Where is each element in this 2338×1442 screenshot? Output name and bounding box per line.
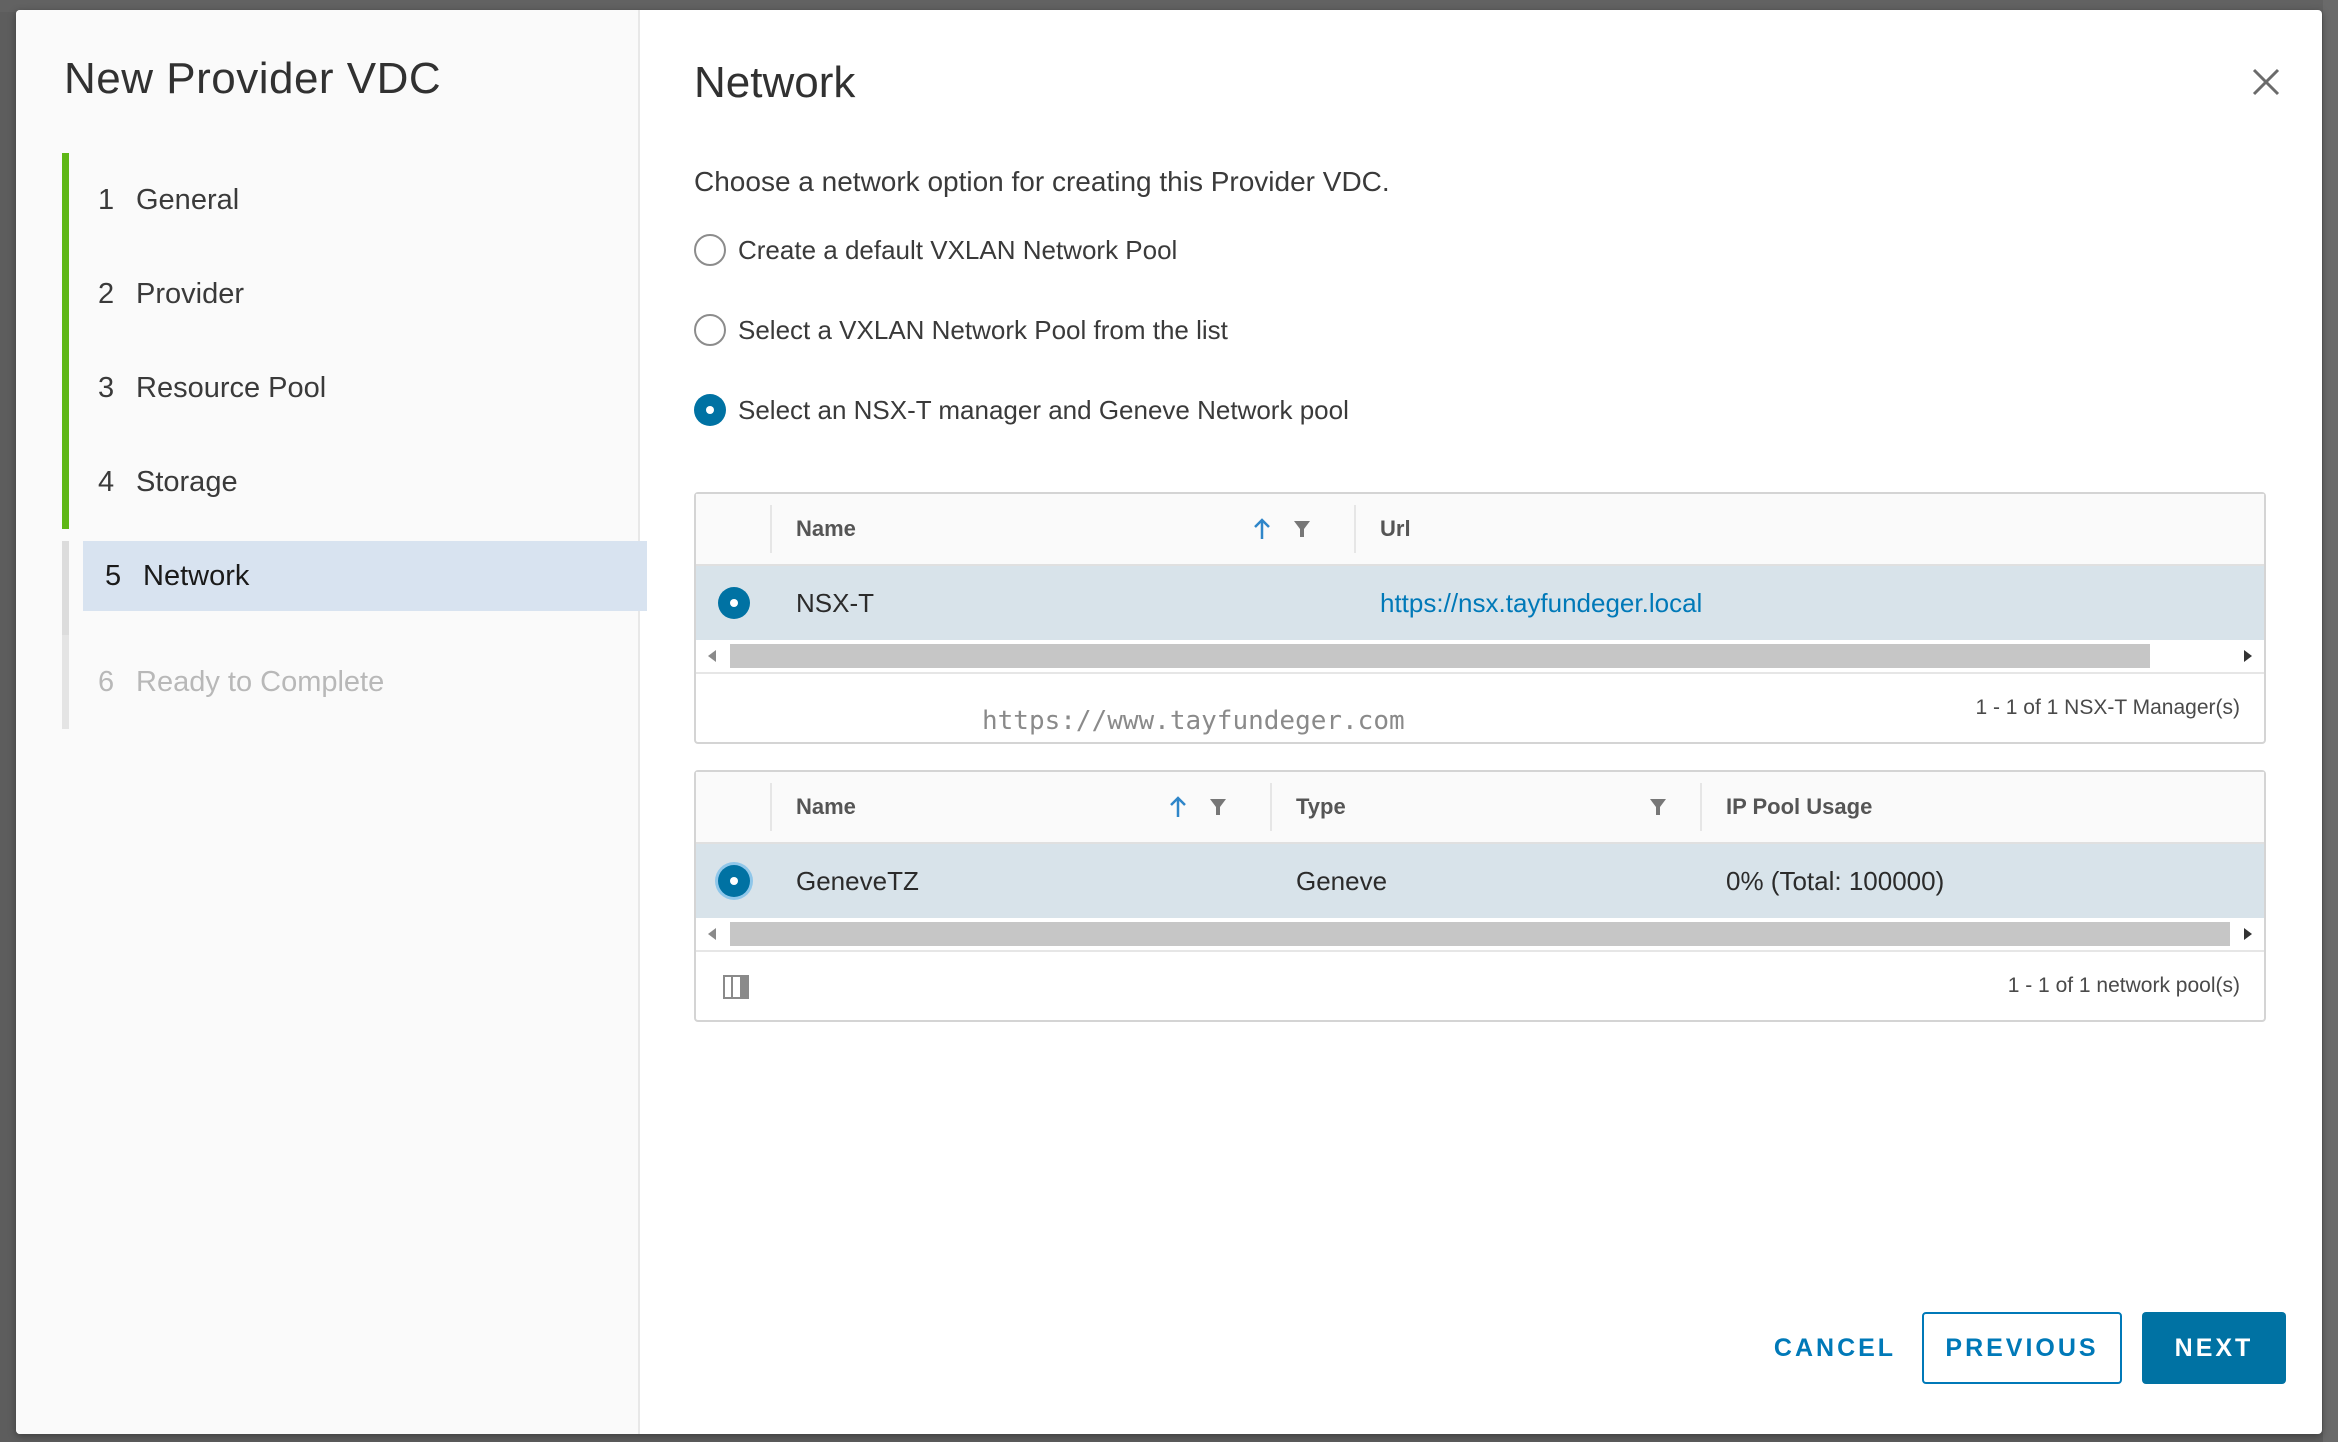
table-row[interactable]: GeneveTZ Geneve 0% (Total: 100000) (696, 844, 2264, 918)
nsxt-manager-grid: Name Url NSX-T https://nsx.tayfundeger.l… (694, 492, 2266, 744)
scroll-track[interactable] (730, 644, 2230, 668)
radio-button-selected[interactable] (718, 865, 750, 897)
grid-footer: 1 - 1 of 1 NSX-T Manager(s) (696, 674, 2264, 742)
step-label: Ready to Complete (136, 665, 385, 698)
option-label: Select an NSX-T manager and Geneve Netwo… (738, 394, 1349, 425)
previous-button[interactable]: PREVIOUS (1922, 1312, 2122, 1384)
step-label: Resource Pool (136, 371, 327, 404)
radio-button-selected[interactable] (718, 587, 750, 619)
scroll-track[interactable] (730, 922, 2230, 946)
row-select[interactable] (696, 566, 772, 640)
next-button[interactable]: NEXT (2142, 1312, 2286, 1384)
column-label: Name (796, 516, 856, 541)
step-number: 2 (98, 277, 115, 310)
column-label: Type (1296, 794, 1346, 819)
column-actions (1648, 796, 1668, 818)
column-header-url[interactable]: Url (1356, 494, 1411, 564)
option-label: Create a default VXLAN Network Pool (738, 234, 1178, 265)
scroll-thumb[interactable] (730, 922, 2230, 946)
pagination-summary: 1 - 1 of 1 network pool(s) (2007, 974, 2240, 997)
column-header-name[interactable]: Name (772, 505, 1356, 553)
step-general[interactable]: 1 General (62, 153, 640, 247)
column-toggle-icon[interactable] (722, 974, 750, 1000)
horizontal-scrollbar[interactable] (696, 640, 2264, 674)
option-default-vxlan[interactable]: Create a default VXLAN Network Pool (694, 234, 1177, 266)
column-actions (1252, 517, 1312, 541)
step-label: Provider (136, 277, 244, 310)
column-actions (1168, 795, 1228, 819)
step-label: Storage (136, 465, 238, 498)
step-label: General (136, 183, 240, 216)
grid-header: Name Url (696, 494, 2264, 566)
step-resource-pool[interactable]: 3 Resource Pool (62, 341, 640, 435)
step-ready-to-complete: 6 Ready to Complete (62, 635, 640, 729)
column-label: IP Pool Usage (1726, 794, 1873, 819)
sort-ascending-icon[interactable] (1252, 517, 1272, 541)
filter-icon[interactable] (1208, 796, 1228, 818)
network-option-prompt: Choose a network option for creating thi… (694, 166, 1390, 197)
background-page-edge (2323, 0, 2338, 1442)
option-label: Select a VXLAN Network Pool from the lis… (738, 314, 1228, 345)
step-number: 3 (98, 371, 115, 404)
column-label: Name (796, 794, 856, 819)
wizard-title: New Provider VDC (64, 54, 442, 103)
cell-name: NSX-T (796, 587, 874, 618)
column-header-ip-pool-usage[interactable]: IP Pool Usage (1702, 772, 1872, 842)
step-number: 1 (98, 183, 115, 216)
scroll-right-icon[interactable] (2242, 648, 2254, 664)
step-storage[interactable]: 4 Storage (62, 435, 640, 529)
row-select[interactable] (696, 844, 772, 918)
watermark-text: https://www.tayfundeger.com (982, 706, 1405, 736)
scroll-thumb[interactable] (730, 644, 2150, 668)
filter-icon[interactable] (1292, 518, 1312, 540)
select-column-header (696, 783, 772, 831)
select-column-header (696, 505, 772, 553)
close-icon[interactable] (2246, 62, 2286, 102)
grid-header: Name Type IP Pool Usage (696, 772, 2264, 844)
column-header-name[interactable]: Name (772, 783, 1272, 831)
sort-ascending-icon[interactable] (1168, 795, 1188, 819)
scroll-left-icon[interactable] (706, 926, 718, 942)
column-label: Url (1380, 516, 1411, 541)
wizard-sidebar: New Provider VDC 1 General 2 Provider 3 … (16, 10, 647, 1434)
network-pool-grid: Name Type IP Pool Usage GeneveTZ Geneve … (694, 770, 2266, 1022)
step-network-wrap: 5 Network (62, 541, 647, 635)
pagination-summary: 1 - 1 of 1 NSX-T Manager(s) (1975, 696, 2240, 719)
scroll-right-icon[interactable] (2242, 926, 2254, 942)
new-provider-vdc-dialog: New Provider VDC 1 General 2 Provider 3 … (16, 10, 2322, 1434)
wizard-content: Network Choose a network option for crea… (640, 10, 2322, 1434)
option-select-vxlan[interactable]: Select a VXLAN Network Pool from the lis… (694, 314, 1228, 346)
step-label: Network (143, 559, 250, 592)
cancel-button[interactable]: CANCEL (1755, 1312, 1915, 1384)
cell-name: GeneveTZ (796, 865, 919, 896)
wizard-steps: 1 General 2 Provider 3 Resource Pool 4 S… (62, 153, 647, 729)
radio-button-selected[interactable] (694, 394, 726, 426)
cell-type: Geneve (1296, 865, 1388, 896)
page-title: Network (694, 58, 856, 107)
step-number: 4 (98, 465, 115, 498)
scroll-left-icon[interactable] (706, 648, 718, 664)
filter-icon[interactable] (1648, 796, 1668, 818)
grid-footer: 1 - 1 of 1 network pool(s) (696, 952, 2264, 1020)
step-number: 6 (98, 665, 115, 698)
radio-button[interactable] (694, 234, 726, 266)
column-header-type[interactable]: Type (1272, 783, 1702, 831)
cell-url-link[interactable]: https://nsx.tayfundeger.local (1356, 566, 1702, 640)
step-network[interactable]: 5 Network (83, 541, 647, 611)
table-row[interactable]: NSX-T https://nsx.tayfundeger.local (696, 566, 2264, 640)
cell-ip-pool-usage: 0% (Total: 100000) (1726, 865, 1945, 896)
step-number: 5 (105, 559, 122, 592)
radio-button[interactable] (694, 314, 726, 346)
horizontal-scrollbar[interactable] (696, 918, 2264, 952)
step-provider[interactable]: 2 Provider (62, 247, 640, 341)
option-nsxt-geneve[interactable]: Select an NSX-T manager and Geneve Netwo… (694, 394, 1349, 426)
